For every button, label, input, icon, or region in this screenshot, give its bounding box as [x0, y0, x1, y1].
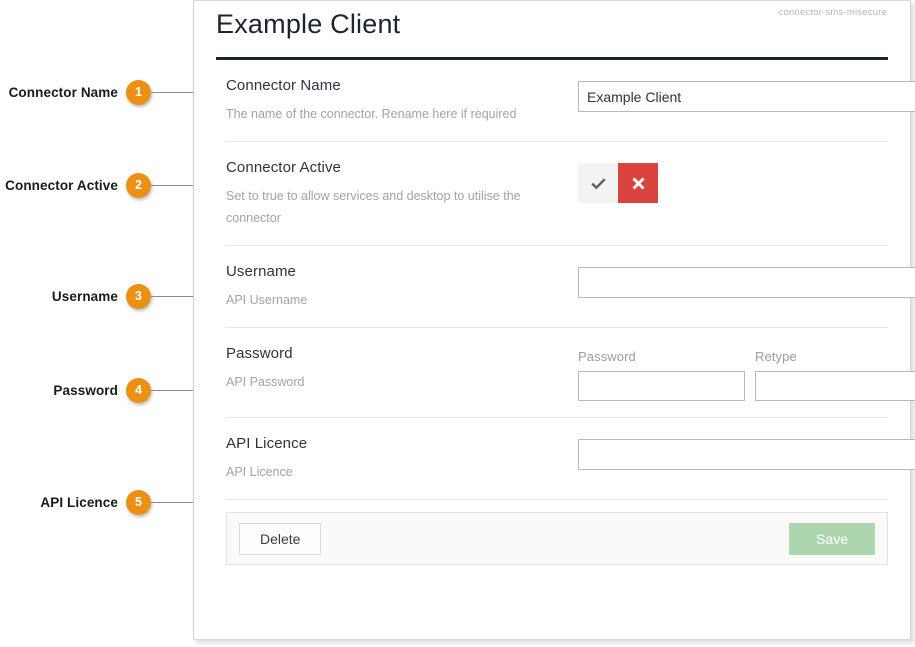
callout-2: Connector Active 2	[5, 172, 193, 198]
retype-column: Retype	[755, 349, 915, 401]
page-title: Example Client	[216, 9, 401, 39]
callout-badge-2: 2	[126, 172, 151, 198]
field-title-api-licence: API Licence	[226, 435, 308, 452]
row-left-password: Password API Password	[226, 345, 578, 393]
callout-5: API Licence 5	[40, 489, 193, 515]
row-left-api-licence: API Licence API Licence	[226, 435, 578, 483]
field-title-password: Password	[226, 345, 293, 362]
form-row-api-licence: API Licence API Licence	[226, 418, 915, 500]
callout-label-5: API Licence	[40, 494, 118, 510]
api-licence-input[interactable]	[578, 439, 915, 470]
row-right-password: Password Retype	[578, 345, 915, 401]
callout-leader-1	[151, 91, 193, 93]
form-row-connector-name: Connector Name The name of the connector…	[226, 60, 915, 142]
field-title-username: Username	[226, 263, 296, 280]
row-right-username	[578, 263, 915, 298]
field-title-connector-active: Connector Active	[226, 159, 341, 176]
username-input[interactable]	[578, 267, 915, 298]
callout-4: Password 4	[53, 377, 193, 403]
password-input[interactable]	[578, 371, 745, 401]
callout-label-4: Password	[53, 382, 118, 398]
callout-3: Username 3	[52, 283, 193, 309]
callout-1: Connector Name 1	[9, 79, 193, 105]
connector-active-toggle[interactable]	[578, 163, 658, 203]
callout-leader-5	[151, 501, 193, 503]
form-row-password: Password API Password Password Retype	[226, 328, 915, 418]
callout-label-2: Connector Active	[5, 177, 118, 193]
panel-header: Example Client connector-sms-misecure	[216, 1, 888, 57]
field-description-password: API Password	[226, 375, 305, 389]
callout-label-3: Username	[51, 288, 118, 304]
retype-label: Retype	[755, 349, 797, 364]
check-icon	[590, 175, 607, 192]
row-left-connector-name: Connector Name The name of the connector…	[226, 77, 578, 125]
callout-badge-1: 1	[126, 79, 151, 105]
field-description-connector-active: Set to true to allow services and deskto…	[226, 189, 521, 225]
connector-settings-panel: Example Client connector-sms-misecure Co…	[193, 0, 915, 640]
row-right-connector-name	[578, 77, 915, 112]
cross-icon	[631, 176, 646, 191]
connector-identifier: connector-sms-misecure	[778, 7, 887, 18]
field-description-connector-name: The name of the connector. Rename here i…	[226, 107, 517, 121]
callout-badge-5: 5	[126, 489, 151, 515]
callout-leader-3	[151, 295, 193, 297]
password-field-pair: Password Retype	[578, 349, 915, 401]
form-row-connector-active: Connector Active Set to true to allow se…	[226, 142, 888, 246]
callout-badge-3: 3	[126, 283, 151, 309]
connector-name-input[interactable]	[578, 81, 915, 112]
retype-password-input[interactable]	[755, 371, 915, 401]
callout-label-1: Connector Name	[8, 84, 118, 100]
callout-leader-2	[151, 184, 193, 186]
callout-leader-4	[151, 389, 193, 391]
password-label: Password	[578, 349, 636, 364]
field-description-username: API Username	[226, 293, 308, 307]
delete-button[interactable]: Delete	[239, 522, 322, 555]
form-row-username: Username API Username	[226, 246, 915, 328]
password-column: Password	[578, 349, 745, 401]
row-right-api-licence	[578, 435, 915, 470]
row-right-connector-active	[578, 159, 888, 203]
callout-badge-4: 4	[126, 377, 151, 403]
row-left-username: Username API Username	[226, 263, 578, 311]
toggle-yes-button[interactable]	[578, 163, 618, 203]
annotation-column: Connector Name 1 Connector Active 2 User…	[0, 0, 193, 647]
field-description-api-licence: API Licence	[226, 465, 293, 479]
field-title-connector-name: Connector Name	[226, 77, 341, 94]
toggle-no-button[interactable]	[618, 163, 658, 203]
panel-footer: Delete Save	[226, 512, 888, 565]
save-button[interactable]: Save	[789, 522, 875, 555]
row-left-connector-active: Connector Active Set to true to allow se…	[226, 159, 578, 229]
